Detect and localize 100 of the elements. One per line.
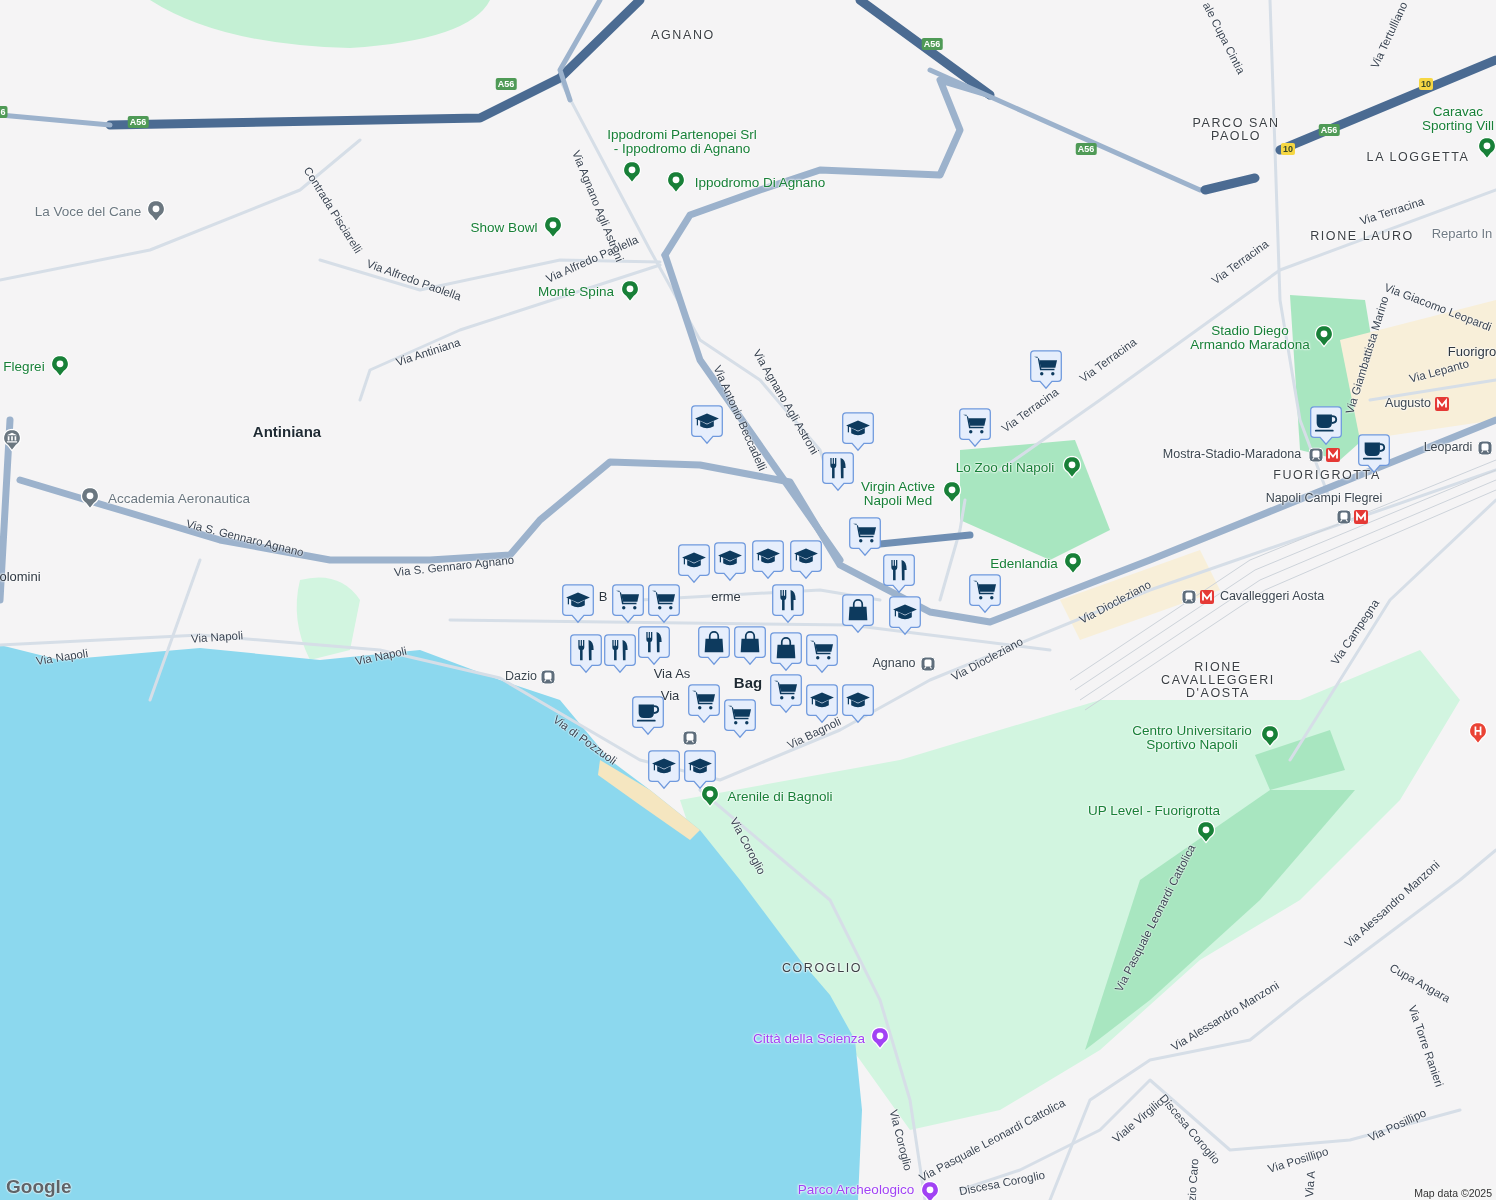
- grocery-marker[interactable]: [687, 683, 721, 724]
- fork-knife-icon: [578, 639, 594, 661]
- place-pin-icon[interactable]: [620, 279, 640, 303]
- train-icon: [1181, 589, 1197, 605]
- fork-knife-icon: [830, 457, 846, 479]
- place-pin-icon[interactable]: [1314, 324, 1334, 348]
- school-marker[interactable]: [561, 583, 595, 624]
- school-marker[interactable]: [751, 539, 785, 580]
- school-marker[interactable]: [841, 683, 875, 724]
- station-label[interactable]: Agnano: [872, 657, 916, 671]
- road-shield: A56: [127, 116, 149, 128]
- restaurant-marker[interactable]: [821, 451, 855, 492]
- place-label[interactable]: Stadio Diego Armando Maradona: [1190, 323, 1310, 353]
- place-pin-icon[interactable]: [700, 784, 720, 808]
- station-label[interactable]: Augusto: [1385, 397, 1431, 411]
- map-label: B: [598, 590, 608, 604]
- place-label[interactable]: La Voce del Cane: [34, 204, 142, 220]
- grocery-marker[interactable]: [723, 698, 757, 739]
- place-pin-icon[interactable]: [50, 354, 70, 378]
- street-label: Via S. Gennaro Agnano: [393, 553, 515, 579]
- district-label: FUORIGROTTA: [1273, 469, 1381, 483]
- metro-icon: [1353, 509, 1369, 525]
- fork-knife-icon: [646, 631, 662, 653]
- shopping-cart-icon: [853, 523, 877, 543]
- place-label[interactable]: Arenile di Bagnoli: [727, 789, 833, 805]
- grocery-marker[interactable]: [805, 633, 839, 674]
- hospital-pin-icon[interactable]: [1468, 721, 1488, 745]
- place-label[interactable]: Centro Universitario Sportivo Napoli: [1132, 723, 1252, 753]
- place-label[interactable]: Caravac Sporting Vill: [1422, 104, 1494, 134]
- restaurant-marker[interactable]: [569, 633, 603, 674]
- map-label: Via As: [653, 667, 691, 681]
- place-pin-icon[interactable]: [543, 215, 563, 239]
- place-pin-icon[interactable]: [1260, 724, 1280, 748]
- map-label: Fuorigro: [1447, 345, 1496, 359]
- place-pin-icon[interactable]: [1062, 455, 1082, 479]
- cafe-marker[interactable]: [1309, 405, 1343, 446]
- place-label[interactable]: Edenlandia: [990, 556, 1058, 572]
- school-marker[interactable]: [789, 539, 823, 580]
- station-label[interactable]: Dazio: [505, 670, 537, 684]
- place-label[interactable]: UP Level - Fuorigrotta: [1088, 803, 1220, 819]
- school-marker[interactable]: [647, 749, 681, 790]
- place-label[interactable]: Città della Scienza: [753, 1031, 865, 1047]
- place-label[interactable]: Ippodromi Partenopei Srl - Ippodromo di Agnano: [607, 127, 757, 157]
- place-pin-icon[interactable]: [1063, 551, 1083, 575]
- shop-marker[interactable]: [841, 593, 875, 634]
- shopping-cart-icon: [1034, 356, 1058, 376]
- shop-marker[interactable]: [697, 625, 731, 666]
- museum-pin-icon[interactable]: [2, 428, 22, 452]
- grocery-marker[interactable]: [848, 516, 882, 557]
- place-pin-icon[interactable]: [1196, 820, 1216, 844]
- coffee-cup-icon: [1314, 414, 1338, 432]
- restaurant-marker[interactable]: [603, 633, 637, 674]
- place-pin-icon[interactable]: [1477, 136, 1496, 160]
- graduation-cap-icon: [718, 550, 742, 566]
- street-label: Via Napoli: [35, 647, 89, 667]
- school-marker[interactable]: [683, 749, 717, 790]
- fork-knife-icon: [891, 559, 907, 581]
- school-marker[interactable]: [888, 595, 922, 636]
- shop-marker[interactable]: [733, 625, 767, 666]
- grocery-marker[interactable]: [647, 583, 681, 624]
- grocery-marker[interactable]: [1029, 349, 1063, 390]
- school-marker[interactable]: [677, 543, 711, 584]
- restaurant-marker[interactable]: [882, 553, 916, 594]
- place-label[interactable]: Accademia Aeronautica: [108, 491, 250, 507]
- graduation-cap-icon: [688, 758, 712, 774]
- place-pin-icon[interactable]: [666, 170, 686, 194]
- place-pin-icon[interactable]: [622, 160, 642, 184]
- restaurant-marker[interactable]: [637, 625, 671, 666]
- place-label[interactable]: Flegrei: [3, 359, 45, 375]
- shop-marker[interactable]: [769, 631, 803, 672]
- station-label[interactable]: Mostra-Stadio-Maradona: [1162, 448, 1302, 462]
- grocery-marker[interactable]: [611, 583, 645, 624]
- place-label[interactable]: Ippodromo Di Agnano: [694, 175, 826, 191]
- place-label[interactable]: Show Bowl: [470, 220, 538, 236]
- place-pin-icon[interactable]: [870, 1026, 890, 1050]
- shopping-bag-icon: [848, 599, 868, 621]
- grocery-marker[interactable]: [769, 673, 803, 714]
- map-label: erme: [711, 590, 741, 604]
- place-label[interactable]: Monte Spina: [538, 284, 614, 300]
- place-pin-icon[interactable]: [146, 199, 166, 223]
- street-label: Via Coroglio: [887, 1108, 915, 1172]
- grocery-marker[interactable]: [958, 407, 992, 448]
- school-marker[interactable]: [841, 411, 875, 452]
- place-pin-icon[interactable]: [942, 480, 962, 504]
- place-pin-icon[interactable]: [80, 486, 100, 510]
- station-label[interactable]: Cavalleggeri Aosta: [1219, 590, 1325, 604]
- station-label[interactable]: Leopardi: [1423, 441, 1473, 455]
- restaurant-marker[interactable]: [771, 583, 805, 624]
- station-label[interactable]: Napoli Campi Flegrei: [1265, 492, 1383, 506]
- road-shield: 10: [1281, 143, 1295, 155]
- fork-knife-icon: [780, 589, 796, 611]
- place-label[interactable]: Virgin Active Napoli Med: [861, 479, 935, 509]
- street-label: Via Napoli: [354, 644, 408, 668]
- coffee-cup-icon: [636, 704, 660, 722]
- place-label[interactable]: Lo Zoo di Napoli: [955, 460, 1055, 476]
- place-pin-icon[interactable]: [920, 1180, 940, 1200]
- school-marker[interactable]: [713, 541, 747, 582]
- graduation-cap-icon: [810, 692, 834, 708]
- street-label: ale Cupa Cintia: [1200, 0, 1248, 76]
- grocery-marker[interactable]: [968, 573, 1002, 614]
